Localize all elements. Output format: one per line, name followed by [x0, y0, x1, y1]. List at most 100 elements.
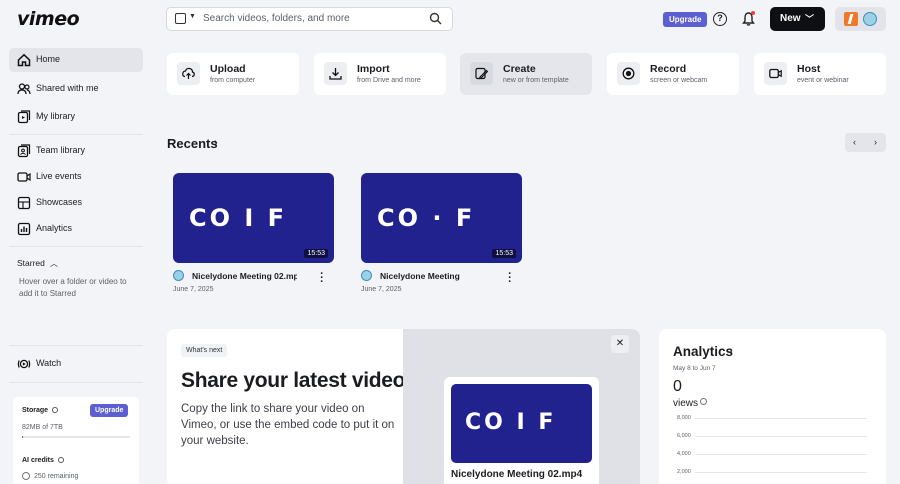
video-date: June 7, 2025 — [361, 286, 402, 293]
vimeo-logo[interactable]: vimeo — [17, 8, 80, 30]
import-card[interactable]: Import from Drive and more — [314, 53, 446, 95]
live-icon — [17, 172, 31, 182]
team-switcher[interactable] — [835, 7, 886, 31]
sidebar-item-watch[interactable]: Watch — [9, 352, 143, 376]
sidebar-item-label: Analytics — [36, 223, 73, 233]
people-icon — [17, 83, 31, 95]
analytics-metric: views — [673, 398, 699, 409]
action-subtitle: from Drive and more — [357, 77, 421, 84]
action-title: Host — [797, 63, 821, 75]
search-bar[interactable]: ▼ Search videos, folders, and more — [166, 7, 453, 31]
recents-pager: ‹ › — [845, 133, 886, 152]
sidebar-divider — [9, 246, 143, 247]
notification-dot — [751, 11, 755, 15]
sidebar-item-analytics[interactable]: Analytics — [9, 217, 143, 241]
chevron-down-icon[interactable]: ▼ — [189, 13, 196, 20]
sidebar-item-live-events[interactable]: Live events — [9, 165, 143, 189]
create-icon-box — [470, 62, 493, 85]
upload-icon — [182, 67, 195, 79]
sidebar-item-label: Live events — [36, 171, 82, 181]
video-thumbnail[interactable]: CO · F 15:53 — [361, 173, 522, 263]
record-icon-box — [617, 62, 640, 85]
starred-heading[interactable]: Starred — [17, 258, 45, 268]
chevron-up-icon[interactable]: ︿ — [50, 258, 58, 269]
close-icon[interactable]: ✕ — [611, 335, 629, 353]
sidebar-item-my-library[interactable]: My library — [9, 105, 143, 129]
storage-used: 82MB of 7TB — [22, 424, 63, 431]
storage-upgrade-button[interactable]: Upgrade — [90, 404, 129, 417]
sidebar-item-team-library[interactable]: Team library — [9, 139, 143, 163]
video-title[interactable]: Nicelydone Meeting 02.mp4 — [192, 271, 297, 281]
sidebar-item-label: My library — [36, 111, 76, 121]
more-options-icon[interactable]: · · · — [507, 269, 513, 288]
video-date: June 7, 2025 — [173, 286, 214, 293]
sidebar-item-showcases[interactable]: Showcases — [9, 191, 143, 215]
avatar — [863, 12, 877, 26]
chevron-right-icon[interactable]: › — [214, 137, 218, 149]
chevron-right-icon[interactable]: › — [729, 345, 733, 357]
analytics-total: 0 — [673, 378, 682, 395]
new-button[interactable]: New ﹀ — [770, 7, 825, 31]
create-icon — [475, 67, 488, 80]
chevron-left-icon[interactable]: ‹ — [853, 137, 856, 147]
share-body: Copy the link to share your video on Vim… — [181, 403, 395, 447]
info-icon[interactable] — [52, 407, 58, 413]
gridline — [695, 472, 867, 473]
action-title: Record — [650, 63, 687, 75]
more-options-icon[interactable]: · · · — [319, 269, 325, 288]
import-icon — [329, 68, 342, 80]
starred-hint: Hover over a folder or video to add it t… — [19, 277, 127, 298]
team-logo-icon — [844, 12, 858, 26]
record-card[interactable]: Record screen or webcam — [607, 53, 739, 95]
info-icon[interactable] — [58, 457, 64, 463]
chevron-right-icon[interactable]: › — [874, 137, 877, 147]
search-input[interactable]: Search videos, folders, and more — [203, 13, 350, 24]
avatar — [361, 270, 372, 281]
storage-progress — [22, 436, 130, 438]
analytics-icon — [17, 222, 31, 236]
analytics-title[interactable]: Analytics — [673, 344, 733, 359]
share-panel: What's next Share your latest video Copy… — [167, 329, 640, 484]
video-duration: 15:53 — [304, 249, 328, 258]
upload-icon-box — [177, 62, 200, 85]
video-thumbnail[interactable]: CO I F 15:53 — [173, 173, 334, 263]
create-card[interactable]: Create new or from template — [460, 53, 592, 95]
gridline — [695, 454, 867, 455]
action-subtitle: new or from template — [503, 77, 569, 84]
library-icon — [17, 110, 31, 124]
storage-card: Storage Upgrade 82MB of 7TB AI credits 2… — [13, 397, 139, 484]
sidebar-item-home[interactable]: Home — [9, 48, 143, 72]
action-title: Create — [503, 63, 536, 75]
import-icon-box — [324, 62, 347, 85]
help-icon[interactable]: ? — [713, 12, 727, 26]
video-title[interactable]: Nicelydone Meeting — [380, 271, 500, 281]
chevron-down-icon: ﹀ — [804, 14, 814, 24]
thumbnail-art: CO I F — [189, 204, 288, 232]
sidebar-item-shared[interactable]: Shared with me — [9, 77, 143, 101]
sidebar-item-label: Home — [36, 54, 61, 64]
credits-icon — [22, 472, 30, 480]
host-icon-box — [764, 62, 787, 85]
action-title: Upload — [210, 63, 246, 75]
action-title: Import — [357, 63, 390, 75]
action-subtitle: screen or webcam — [650, 77, 708, 84]
video-duration: 15:53 — [492, 249, 516, 258]
recents-title[interactable]: Recents — [167, 136, 218, 151]
action-subtitle: from computer — [210, 77, 256, 84]
video-thumbnail: CO I F — [451, 384, 592, 463]
gridline — [695, 418, 867, 419]
search-icon[interactable] — [429, 12, 442, 25]
info-icon[interactable] — [700, 398, 707, 405]
y-tick-label: 6,000 — [677, 433, 691, 439]
record-icon — [622, 67, 635, 80]
watch-icon — [17, 359, 31, 369]
upgrade-button[interactable]: Upgrade — [663, 12, 708, 27]
share-video-card[interactable]: CO I F Nicelydone Meeting 02.mp4 — [444, 377, 599, 484]
host-card[interactable]: Host event or webinar — [754, 53, 886, 95]
storage-progress-fill — [22, 436, 24, 438]
upload-card[interactable]: Upload from computer — [167, 53, 299, 95]
share-heading: Share your latest video — [181, 369, 406, 392]
folder-icon[interactable] — [175, 13, 186, 24]
new-label: New — [780, 13, 801, 24]
analytics-panel: Analytics › May 8 to Jun 7 0 views 8,000… — [659, 329, 886, 484]
